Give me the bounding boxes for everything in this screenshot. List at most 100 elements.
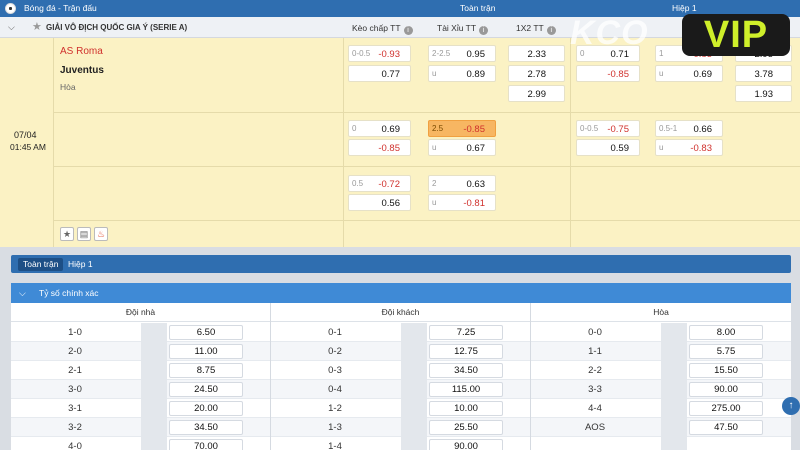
chevron-down-icon[interactable]: ⌵ (8, 22, 15, 33)
score-odds-button[interactable]: 115.00 (429, 382, 503, 397)
score-label: 1-0 (68, 327, 82, 338)
half-1x2-draw-odds[interactable]: 1.93 (735, 85, 792, 102)
handicap-home-odds[interactable]: 0 0.69 (348, 120, 411, 137)
score-label: 0-0 (588, 327, 602, 338)
half-under-odds[interactable]: u -0.83 (655, 139, 723, 156)
over-odds[interactable]: 2 0.63 (428, 175, 496, 192)
1x2-home-odds[interactable]: 2.33 (508, 45, 565, 62)
score-odds-button[interactable]: 12.75 (429, 344, 503, 359)
half-handicap-away-odds[interactable]: -0.85 (576, 65, 640, 82)
score-label: 0-4 (328, 384, 342, 395)
cell-spacer (661, 399, 687, 418)
under-odds[interactable]: u -0.81 (428, 194, 496, 211)
info-icon[interactable]: i (546, 26, 556, 35)
cell-spacer (141, 361, 167, 380)
cell-spacer (141, 418, 167, 437)
handicap-away-odds[interactable]: 0.77 (348, 65, 411, 82)
score-odds-button[interactable]: 20.00 (169, 401, 243, 416)
score-odds-button[interactable]: 24.50 (169, 382, 243, 397)
score-label: 3-1 (68, 403, 82, 414)
cell-spacer (401, 399, 427, 418)
half-handicap-home-odds[interactable]: 0-0.5 -0.75 (576, 120, 640, 137)
1x2-away-odds[interactable]: 2.78 (508, 65, 565, 82)
cell-spacer (661, 342, 687, 361)
stats-icon[interactable]: ▤ (77, 227, 91, 241)
divider (270, 303, 271, 450)
cell-spacer (401, 437, 427, 450)
handicap-away-odds[interactable]: -0.85 (348, 139, 411, 156)
score-odds-button[interactable]: 7.25 (429, 325, 503, 340)
star-icon[interactable]: ★ (32, 20, 42, 33)
cell-spacer (661, 418, 687, 437)
half-over-odds[interactable]: 0.5-1 0.66 (655, 120, 723, 137)
cell-spacer (141, 380, 167, 399)
score-odds-button[interactable]: 90.00 (689, 382, 763, 397)
cell-spacer (141, 342, 167, 361)
kco-vip-logo: KCO VIP (570, 10, 795, 62)
cell-spacer (401, 361, 427, 380)
divider (570, 38, 571, 247)
table-row: 4-0 70.00 1-4 90.00 (11, 437, 791, 450)
under-odds[interactable]: u 0.89 (428, 65, 496, 82)
score-odds-button[interactable]: 34.50 (429, 363, 503, 378)
divider (530, 303, 531, 450)
half-under-odds[interactable]: u 0.69 (655, 65, 723, 82)
divider (54, 112, 800, 113)
cell-spacer (401, 342, 427, 361)
chevron-down-icon[interactable]: ⌵ (19, 288, 26, 299)
half-1x2-away-odds[interactable]: 3.78 (735, 65, 792, 82)
score-label: 2-0 (68, 346, 82, 357)
cell-spacer (401, 323, 427, 342)
score-label: 3-2 (68, 422, 82, 433)
score-odds-button[interactable]: 11.00 (169, 344, 243, 359)
score-odds-button[interactable]: 47.50 (689, 420, 763, 435)
score-label: AOS (584, 422, 606, 433)
score-odds-button[interactable]: 10.00 (429, 401, 503, 416)
score-odds-button[interactable]: 5.75 (689, 344, 763, 359)
score-odds-button[interactable]: 8.75 (169, 363, 243, 378)
score-label: 0-2 (328, 346, 342, 357)
col-draw: Hòa (531, 303, 791, 322)
score-label: 1-1 (588, 346, 602, 357)
score-odds-button[interactable]: 70.00 (169, 439, 243, 450)
logo-ghost-text: KCO (570, 14, 649, 52)
handicap-home-odds[interactable]: 0.5 -0.72 (348, 175, 411, 192)
scroll-to-top-button[interactable]: ↑ (782, 397, 800, 415)
score-odds-button[interactable]: 275.00 (689, 401, 763, 416)
col-overunder: Tài Xỉu TT i (437, 23, 489, 35)
tab-full-time[interactable]: Toàn trận (18, 258, 64, 271)
info-icon[interactable]: i (403, 26, 413, 35)
score-odds-button[interactable]: 25.50 (429, 420, 503, 435)
away-team[interactable]: Juventus (60, 65, 104, 76)
star-icon[interactable]: ★ (60, 227, 74, 241)
score-label: 1-3 (328, 422, 342, 433)
col-away: Đội khách (271, 303, 530, 322)
col-handicap: Kèo chấp TT i (352, 23, 413, 35)
correct-score-header[interactable]: ⌵ Tỷ số chính xác (11, 283, 791, 303)
page-title: Bóng đá - Trận đấu (24, 3, 97, 13)
score-odds-button[interactable]: 15.50 (689, 363, 763, 378)
handicap-home-odds[interactable]: 0-0.5 -0.93 (348, 45, 411, 62)
league-name: GIẢI VÔ ĐỊCH QUỐC GIA Ý (SERIE A) (46, 23, 188, 32)
score-odds-button[interactable]: 6.50 (169, 325, 243, 340)
tab-first-half[interactable]: Hiệp 1 (63, 258, 98, 271)
table-row: 3-0 24.50 0-4 115.00 3-3 90.00 (11, 380, 791, 399)
over-odds-highlighted[interactable]: 2.5 -0.85 (428, 120, 496, 137)
score-odds-button[interactable]: 34.50 (169, 420, 243, 435)
score-odds-button[interactable]: 90.00 (429, 439, 503, 450)
divider (343, 38, 344, 247)
under-odds[interactable]: u 0.67 (428, 139, 496, 156)
cell-spacer (661, 323, 687, 342)
score-odds-button[interactable]: 8.00 (689, 325, 763, 340)
handicap-away-odds[interactable]: 0.56 (348, 194, 411, 211)
1x2-draw-odds[interactable]: 2.99 (508, 85, 565, 102)
table-row: 3-1 20.00 1-2 10.00 4-4 275.00 (11, 399, 791, 418)
fire-icon[interactable]: ♨ (94, 227, 108, 241)
cell-spacer (141, 323, 167, 342)
logo-vip-badge: VIP (682, 14, 790, 56)
over-odds[interactable]: 2-2.5 0.95 (428, 45, 496, 62)
half-handicap-away-odds[interactable]: 0.59 (576, 139, 640, 156)
score-label: 2-1 (68, 365, 82, 376)
home-team[interactable]: AS Roma (60, 46, 104, 57)
info-icon[interactable]: i (479, 26, 489, 35)
